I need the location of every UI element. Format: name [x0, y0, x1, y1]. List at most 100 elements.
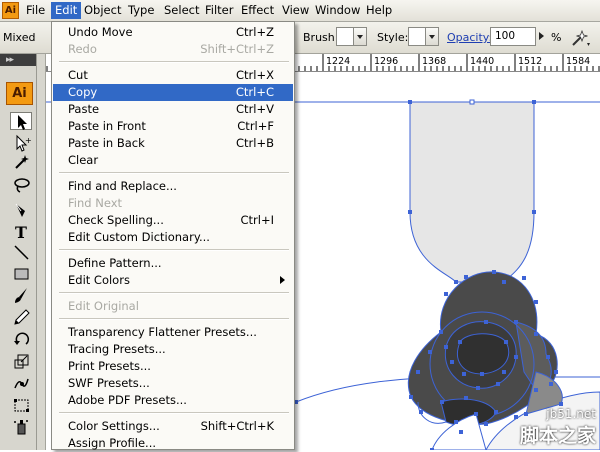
pencil-tool-button[interactable] [10, 308, 32, 326]
line-segment-tool-button[interactable] [10, 243, 32, 261]
menu-bar: Ai File Edit Object Type Select Filter Effect V… [0, 0, 600, 22]
menu-item-cut[interactable]: Cut Ctrl+X [53, 67, 293, 84]
menu-item-shortcut: Ctrl+V [236, 102, 274, 116]
ruler-tick-label: 1512 [518, 56, 543, 67]
menu-select[interactable]: Select [160, 2, 203, 19]
pen-tool-icon [15, 203, 25, 217]
menu-edit[interactable]: Edit [51, 2, 82, 19]
menu-item-check-spelling[interactable]: Check Spelling... Ctrl+I [53, 212, 293, 229]
menu-item-assign-profile[interactable]: Assign Profile... [53, 435, 293, 452]
menu-item-redo[interactable]: Redo Shift+Ctrl+Z [53, 41, 293, 58]
opacity-arrow-icon[interactable] [539, 32, 544, 40]
menu-type[interactable]: Type [124, 2, 158, 19]
menu-item-label: Define Pattern... [68, 256, 162, 270]
menu-item-label: Find Next [68, 196, 123, 210]
pencil-tool-icon [14, 309, 30, 325]
paintbrush-tool-button[interactable] [10, 286, 32, 304]
menu-item-label: Paste in Back [68, 136, 145, 150]
menu-item-label: Print Presets... [68, 359, 151, 373]
menu-item-adobe-pdf-presets[interactable]: Adobe PDF Presets... [53, 392, 293, 409]
recolor-artwork-icon[interactable] [570, 28, 592, 48]
watermark-url: jb51.net [546, 407, 596, 421]
menu-item-swf-presets[interactable]: SWF Presets... [53, 375, 293, 392]
style-dropdown[interactable] [426, 27, 439, 46]
menu-item-transparency-flattener-presets[interactable]: Transparency Flattener Presets... [53, 324, 293, 341]
brush-label: Brush: [303, 31, 339, 44]
menu-item-label: Undo Move [68, 25, 133, 39]
ruler-tick-label: 1584 [566, 56, 591, 67]
rotate-tool-icon [14, 332, 30, 345]
menu-item-shortcut: Ctrl+F [237, 119, 274, 133]
pen-tool-button[interactable] [10, 201, 32, 219]
direct-selection-tool-button[interactable]: + [10, 134, 32, 152]
menu-window[interactable]: Window [311, 2, 364, 19]
menu-item-shortcut: Ctrl+C [235, 85, 274, 99]
rectangle-tool-button[interactable] [10, 264, 32, 282]
menu-filter[interactable]: Filter [201, 2, 237, 19]
panel-grip[interactable]: ▸▸ [0, 54, 36, 66]
watermark: jb51.net 脚本之家 [520, 407, 596, 448]
menu-item-find-and-replace[interactable]: Find and Replace... [53, 178, 293, 195]
menu-item-label: Edit Original [68, 299, 139, 313]
scale-tool-icon [14, 354, 29, 369]
symbol-sprayer-tool-button[interactable] [10, 418, 32, 436]
type-tool-button[interactable]: T [10, 222, 32, 240]
menu-item-tracing-presets[interactable]: Tracing Presets... [53, 341, 293, 358]
menu-item-clear[interactable]: Clear [53, 152, 293, 169]
menu-item-define-pattern[interactable]: Define Pattern... [53, 255, 293, 272]
menu-item-find-next[interactable]: Find Next [53, 195, 293, 212]
menu-item-edit-original[interactable]: Edit Original [53, 298, 293, 315]
menu-item-paste-in-front[interactable]: Paste in Front Ctrl+F [53, 118, 293, 135]
menu-item-edit-colors[interactable]: Edit Colors [53, 272, 293, 289]
brush-dropdown[interactable] [354, 27, 367, 46]
menu-help[interactable]: Help [362, 2, 396, 19]
warp-tool-button[interactable] [10, 374, 32, 392]
lasso-tool-icon [14, 178, 30, 193]
menu-object[interactable]: Object [80, 2, 125, 19]
menu-item-label: SWF Presets... [68, 376, 150, 390]
menu-item-label: Tracing Presets... [68, 342, 166, 356]
menu-item-label: Clear [68, 153, 99, 167]
ruler-tick-label: 1440 [470, 56, 495, 67]
menu-item-color-settings[interactable]: Color Settings... Shift+Ctrl+K [53, 418, 293, 435]
rectangle-tool-icon [14, 268, 29, 280]
magic-wand-tool-button[interactable] [10, 153, 32, 171]
brush-swatch[interactable] [336, 27, 354, 46]
menu-item-label: Paste in Front [68, 119, 146, 133]
style-swatch[interactable] [408, 27, 426, 46]
menu-item-label: Edit Custom Dictionary... [68, 230, 210, 244]
edit-menu-dropdown: Undo Move Ctrl+Z Redo Shift+Ctrl+Z Cut Ctrl+X… [51, 21, 295, 450]
ruler-tick-label: 1224 [326, 56, 351, 67]
opacity-label[interactable]: Opacity: [447, 31, 492, 44]
type-tool-icon: T [15, 223, 27, 240]
menu-separator [59, 249, 289, 251]
free-transform-tool-button[interactable] [10, 396, 32, 414]
menu-item-shortcut: Ctrl+I [240, 213, 275, 227]
style-label: Style: [377, 31, 409, 44]
menu-file[interactable]: File [22, 2, 49, 19]
menu-item-copy[interactable]: Copy Ctrl+C [53, 84, 293, 101]
opacity-input[interactable]: 100 [490, 27, 536, 46]
rotate-tool-button[interactable] [10, 330, 32, 348]
scale-tool-button[interactable] [10, 352, 32, 370]
tools-panel: ▸▸ Ai + T [0, 54, 37, 450]
neck-shape [409, 101, 535, 283]
menu-item-label: Check Spelling... [68, 213, 164, 227]
menu-effect[interactable]: Effect [237, 2, 278, 19]
menu-item-shortcut: Ctrl+X [236, 68, 274, 82]
menu-item-paste-in-back[interactable]: Paste in Back Ctrl+B [53, 135, 293, 152]
menu-item-label: Copy [68, 85, 98, 99]
menu-item-undo-move[interactable]: Undo Move Ctrl+Z [53, 24, 293, 41]
menu-separator [59, 292, 289, 294]
menu-separator [59, 318, 289, 320]
menu-item-print-presets[interactable]: Print Presets... [53, 358, 293, 375]
menu-view[interactable]: View [278, 2, 313, 19]
menu-item-edit-custom-dictionary[interactable]: Edit Custom Dictionary... [53, 229, 293, 246]
menu-item-paste[interactable]: Paste Ctrl+V [53, 101, 293, 118]
panel-divider[interactable] [37, 54, 46, 450]
menu-item-label: Assign Profile... [68, 436, 157, 450]
app-logo-icon[interactable]: Ai [2, 2, 19, 19]
selection-tool-button[interactable] [10, 112, 32, 130]
menu-separator [59, 412, 289, 414]
lasso-tool-button[interactable] [10, 176, 32, 194]
